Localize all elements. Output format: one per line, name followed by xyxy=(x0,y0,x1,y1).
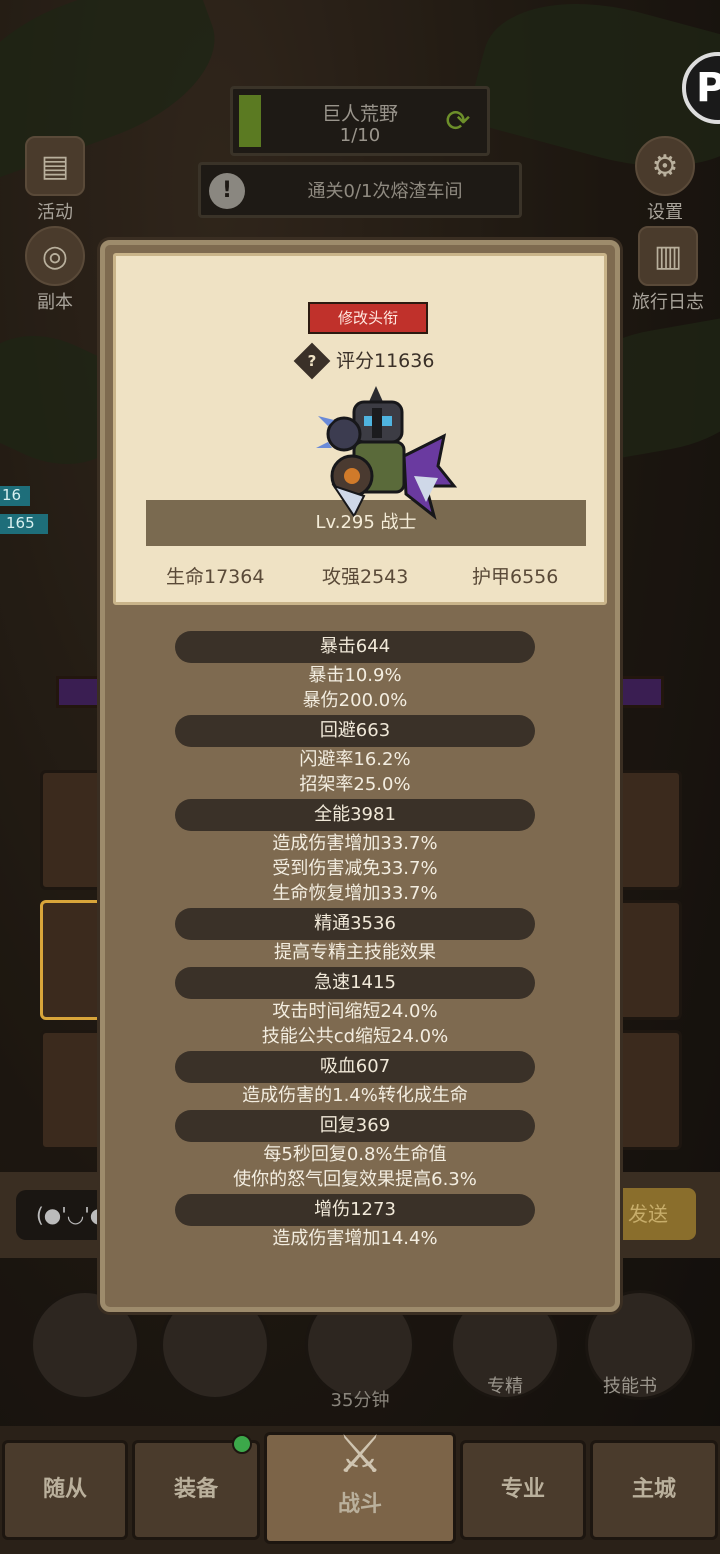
chest-timer: 35分钟 xyxy=(330,1390,390,1411)
rename-title-button[interactable]: 修改头衔 xyxy=(308,302,428,334)
travel-log-button[interactable]: ▥ 旅行日志 xyxy=(618,226,718,314)
tab-battle[interactable]: ⚔ 战斗 xyxy=(264,1425,456,1544)
armor-stat: 护甲6556 xyxy=(472,566,559,588)
stat-group-haste: 急速1415 攻击时间缩短24.0% 技能公共cd缩短24.0% xyxy=(100,967,610,1049)
equipment-slot[interactable] xyxy=(612,1030,682,1150)
stat-header: 全能3981 xyxy=(175,799,535,831)
stat-header: 精通3536 xyxy=(175,908,535,940)
stat-group-leech: 吸血607 造成伤害的1.4%转化成生命 xyxy=(100,1051,610,1108)
crossed-swords-icon: ⚔ xyxy=(336,1425,384,1485)
tab-profession[interactable]: 专业 xyxy=(460,1440,586,1540)
travel-log-label: 旅行日志 xyxy=(632,292,704,313)
stat-line: 攻击时间缩短24.0% xyxy=(272,1001,438,1022)
settings-label: 设置 xyxy=(647,202,683,223)
stat-line: 生命恢复增加33.7% xyxy=(272,883,438,904)
stat-group-versatility: 全能3981 造成伤害增加33.7% 受到伤害减免33.7% 生命恢复增加33.… xyxy=(100,799,610,906)
emote-button[interactable]: (●'◡'● xyxy=(16,1190,107,1240)
stat-line: 造成伤害的1.4%转化成生命 xyxy=(242,1085,468,1106)
skill-book-label: 技能书 xyxy=(603,1376,657,1397)
refresh-icon[interactable]: ⟳ xyxy=(441,105,475,139)
floating-number: 16 xyxy=(0,486,30,506)
equipment-slot[interactable] xyxy=(612,770,682,890)
secondary-stats-list: 暴击644 暴击10.9% 暴伤200.0% 回避663 闪避率16.2% 招架… xyxy=(100,631,610,1251)
tab-followers[interactable]: 随从 xyxy=(2,1440,128,1540)
level-class-text: Lv.295 战士 xyxy=(315,512,417,533)
gear-icon: ⚙ xyxy=(635,136,695,196)
quest-bar[interactable]: ! 通关0/1次熔渣车间 xyxy=(198,162,522,218)
dungeon-label: 副本 xyxy=(37,292,73,313)
tab-battle-label: 战斗 xyxy=(337,1492,382,1517)
stage-progress-box[interactable]: 巨人荒野 1/10 ⟳ xyxy=(230,86,490,156)
stat-header: 暴击644 xyxy=(175,631,535,663)
stat-line: 技能公共cd缩短24.0% xyxy=(261,1026,449,1047)
character-card: 修改头衔 ? 评分11636 Lv.295 战士 生命17364 攻强2543 … xyxy=(113,253,607,605)
alert-icon: ! xyxy=(209,173,245,209)
stat-line: 招架率25.0% xyxy=(299,774,411,795)
stat-line: 造成伤害增加14.4% xyxy=(272,1228,438,1249)
health-stat: 生命17364 xyxy=(166,566,265,588)
stat-header: 急速1415 xyxy=(175,967,535,999)
equipment-slot[interactable] xyxy=(612,900,682,1020)
stat-header: 增伤1273 xyxy=(175,1194,535,1226)
specialization-label: 专精 xyxy=(487,1376,523,1397)
stat-header: 吸血607 xyxy=(175,1051,535,1083)
tab-equipment[interactable]: 装备 xyxy=(132,1440,260,1540)
stat-line: 暴击10.9% xyxy=(308,665,402,686)
book-icon: ▥ xyxy=(638,226,698,286)
stat-line: 每5秒回复0.8%生命值 xyxy=(263,1144,447,1165)
stat-line: 闪避率16.2% xyxy=(299,749,411,770)
stat-group-regen: 回复369 每5秒回复0.8%生命值 使你的怒气回复效果提高6.3% xyxy=(100,1110,610,1192)
stat-group-damage: 增伤1273 造成伤害增加14.4% xyxy=(100,1194,610,1251)
portal-icon: ◎ xyxy=(25,226,85,286)
stat-group-avoidance: 回避663 闪避率16.2% 招架率25.0% xyxy=(100,715,610,797)
stat-line: 造成伤害增加33.7% xyxy=(272,833,438,854)
activity-label: 活动 xyxy=(37,202,73,223)
activity-button[interactable]: ▤ 活动 xyxy=(10,136,100,224)
dungeon-button[interactable]: ◎ 副本 xyxy=(10,226,100,314)
notification-badge xyxy=(232,1434,252,1454)
scroll-icon: ▤ xyxy=(25,136,85,196)
help-icon[interactable]: ? xyxy=(293,342,331,380)
stat-group-crit: 暴击644 暴击10.9% 暴伤200.0% xyxy=(100,631,610,713)
progress-bar-right xyxy=(614,676,664,708)
stat-header: 回复369 xyxy=(175,1110,535,1142)
score-text: 评分11636 xyxy=(336,350,435,372)
progress-bar-left xyxy=(56,676,106,708)
settings-button[interactable]: ⚙ 设置 xyxy=(620,136,710,224)
attack-power-stat: 攻强2543 xyxy=(322,566,409,588)
stat-line: 提高专精主技能效果 xyxy=(274,942,436,963)
tab-main-city[interactable]: 主城 xyxy=(590,1440,718,1540)
stat-line: 受到伤害减免33.7% xyxy=(272,858,438,879)
quest-text: 通关0/1次熔渣车间 xyxy=(307,181,463,202)
character-detail-panel: 修改头衔 ? 评分11636 Lv.295 战士 生命17364 攻强2543 … xyxy=(100,240,620,1312)
stat-group-mastery: 精通3536 提高专精主技能效果 xyxy=(100,908,610,965)
stat-line: 暴伤200.0% xyxy=(302,690,408,711)
stat-line: 使你的怒气回复效果提高6.3% xyxy=(233,1169,477,1190)
floating-number: 165 xyxy=(0,514,48,534)
stat-header: 回避663 xyxy=(175,715,535,747)
